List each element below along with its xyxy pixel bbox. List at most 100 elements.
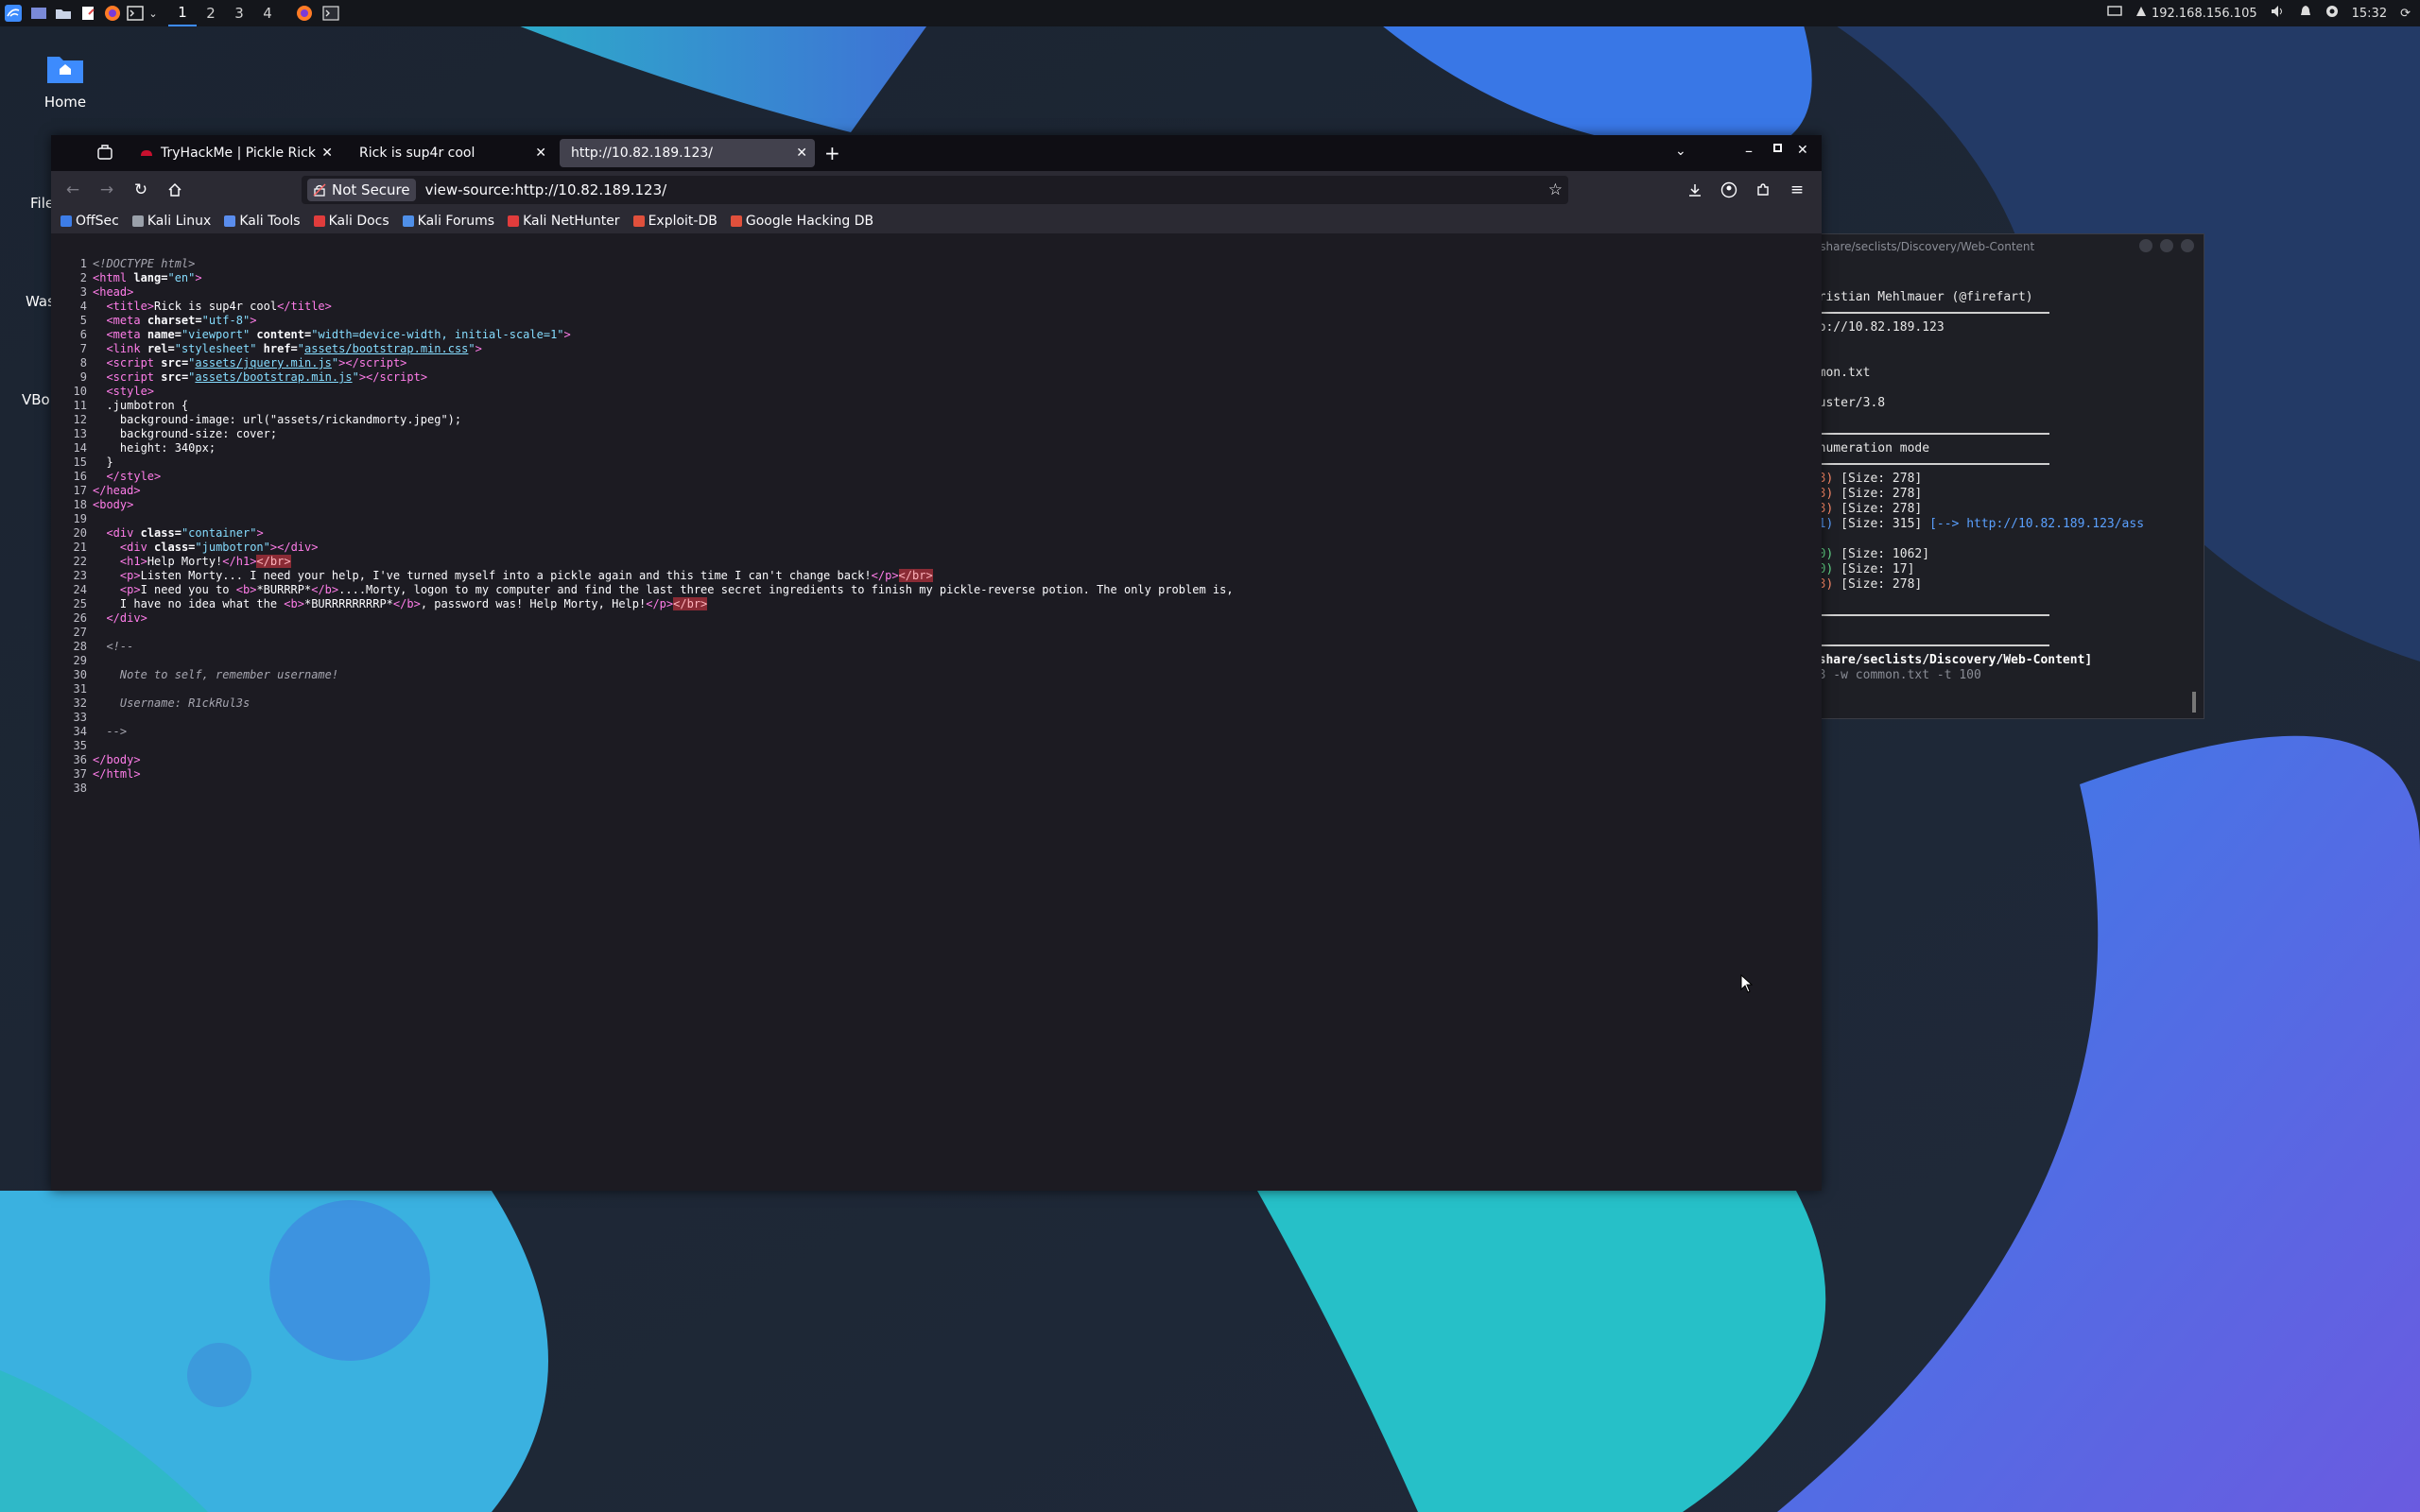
- network-status[interactable]: 192.168.156.105: [2135, 6, 2257, 21]
- bookmark-favicon-icon: [508, 215, 520, 227]
- download-icon: [1689, 184, 1701, 197]
- line-code: </style>: [106, 470, 162, 483]
- terminal-line: ommon.txt: [1804, 366, 1871, 380]
- address-bar[interactable]: Not Secure view-source:http://10.82.189.…: [302, 176, 1568, 204]
- text-editor-icon[interactable]: [76, 0, 100, 26]
- bookmark-exploit-db[interactable]: Exploit-DB: [632, 214, 717, 229]
- notification-bell-icon[interactable]: [2299, 5, 2312, 22]
- new-tab-button[interactable]: +: [824, 142, 840, 164]
- source-line: 12 background-image: url("assets/rickand…: [51, 413, 1822, 427]
- desktop-vbo-label[interactable]: VBo: [22, 391, 50, 408]
- source-line: 23 <p>Listen Morty... I need your help, …: [51, 569, 1822, 583]
- firefox-icon[interactable]: [100, 0, 125, 26]
- line-number: 14: [73, 441, 87, 455]
- chevron-down-icon[interactable]: ⌄: [146, 0, 161, 26]
- source-line: 28 <!--: [51, 640, 1822, 654]
- desktop-home-icon[interactable]: Home: [42, 52, 89, 111]
- back-button[interactable]: ←: [61, 179, 84, 201]
- workspace-3[interactable]: 3: [225, 0, 253, 26]
- terminal-line: 123 -w common.txt -t 100: [1804, 668, 1981, 682]
- line-number: 13: [73, 427, 87, 440]
- bookmark-favicon-icon: [131, 215, 144, 227]
- view-source-content[interactable]: 1 <!DOCTYPE html> 2 <html lang="en"> 3 <head>…: [51, 249, 1822, 1191]
- terminal-minimize-button[interactable]: [2139, 239, 2152, 252]
- source-line: 24 <p>I need you to <b>*BURRRP*</b>....M…: [51, 583, 1822, 597]
- line-code: <style>: [106, 385, 155, 398]
- tab-view-source[interactable]: http://10.82.189.123/ ✕: [560, 139, 815, 167]
- not-secure-badge[interactable]: Not Secure: [307, 179, 416, 201]
- close-window-button[interactable]: ✕: [1797, 143, 1808, 158]
- tab-tryhackme[interactable]: TryHackMe | Pickle Rick ✕: [130, 139, 340, 167]
- tab-close-icon[interactable]: ✕: [535, 146, 546, 161]
- reload-button[interactable]: ↻: [130, 179, 152, 201]
- bookmark-favicon-icon: [313, 215, 325, 227]
- terminal-titlebar[interactable]: sr/share/seclists/Discovery/Web-Content: [1802, 234, 2204, 259]
- bookmark-star-icon[interactable]: ☆: [1548, 180, 1563, 199]
- terminal-line: enumeration mode: [1804, 441, 1930, 455]
- list-all-tabs-icon[interactable]: ⌄: [1675, 144, 1686, 159]
- source-line: 32 Username: R1ckRul3s: [51, 696, 1822, 711]
- firefox-window-icon[interactable]: [291, 0, 318, 26]
- forward-button[interactable]: →: [95, 179, 118, 201]
- app-menu-button[interactable]: ≡: [1786, 179, 1808, 201]
- bookmark-kali-tools[interactable]: Kali Tools: [224, 214, 301, 229]
- clock[interactable]: 15:32: [2352, 7, 2387, 21]
- kali-menu-icon[interactable]: [0, 0, 26, 26]
- tab-close-icon[interactable]: ✕: [796, 146, 807, 161]
- line-code: background-image: url("assets/rickandmor…: [93, 413, 462, 426]
- refresh-icon[interactable]: ⟳: [2400, 7, 2411, 21]
- bookmark-kali-nethunter[interactable]: Kali NetHunter: [508, 214, 620, 229]
- source-line: 29: [51, 654, 1822, 668]
- workspace-1[interactable]: 1: [168, 0, 197, 26]
- workspace-4[interactable]: 4: [253, 0, 282, 26]
- ip-address: 192.168.156.105: [2151, 6, 2257, 21]
- line-number: 9: [79, 370, 87, 384]
- source-line: 37 </html>: [51, 767, 1822, 782]
- terminal-window-icon[interactable]: [318, 0, 344, 26]
- volume-icon[interactable]: [2271, 5, 2286, 22]
- folder-icon[interactable]: [51, 0, 76, 26]
- extensions-button[interactable]: [1752, 179, 1774, 201]
- terminal-close-button[interactable]: [2181, 239, 2194, 252]
- terminal-maximize-button[interactable]: [2160, 239, 2173, 252]
- account-button[interactable]: [1718, 179, 1740, 201]
- terminal-window[interactable]: sr/share/seclists/Discovery/Web-Content …: [1801, 233, 2204, 719]
- line-number: 4: [79, 300, 87, 313]
- source-line: 25 I have no idea what the <b>*BURRRRRRR…: [51, 597, 1822, 611]
- minimize-button[interactable]: –: [1745, 142, 1753, 160]
- bookmark-kali-linux[interactable]: Kali Linux: [131, 214, 211, 229]
- line-code: <head>: [93, 285, 134, 299]
- workspace-2[interactable]: 2: [197, 0, 225, 26]
- tab-rick-is-sup4r-cool[interactable]: Rick is sup4r cool ✕: [348, 139, 554, 167]
- line-number: 12: [73, 413, 87, 426]
- home-button[interactable]: [164, 179, 186, 201]
- tab-manager-icon[interactable]: [96, 144, 115, 163]
- source-line: 34 -->: [51, 725, 1822, 739]
- terminal-menu-help[interactable]: lp: [1802, 261, 2204, 276]
- maximize-button[interactable]: [1773, 144, 1782, 152]
- source-line: 6 <meta name="viewport" content="width=d…: [51, 328, 1822, 342]
- firefox-window: TryHackMe | Pickle Rick ✕ Rick is sup4r …: [51, 135, 1822, 1191]
- bookmark-kali-forums[interactable]: Kali Forums: [402, 214, 494, 229]
- bookmark-google-hacking-db[interactable]: Google Hacking DB: [730, 214, 873, 229]
- display-icon[interactable]: [2107, 6, 2122, 21]
- bookmark-kali-docs[interactable]: Kali Docs: [313, 214, 389, 229]
- bookmark-favicon-icon: [730, 215, 742, 227]
- line-code: </head>: [93, 484, 141, 497]
- line-number: 19: [73, 512, 87, 525]
- downloads-button[interactable]: [1684, 179, 1706, 201]
- url-text[interactable]: view-source:http://10.82.189.123/: [425, 181, 667, 198]
- tab-label: TryHackMe | Pickle Rick: [161, 146, 316, 161]
- terminal-icon[interactable]: [125, 0, 146, 26]
- bookmark-offsec[interactable]: OffSec: [60, 214, 119, 229]
- terminal-scrollbar[interactable]: [2192, 692, 2196, 713]
- line-number: 35: [73, 739, 87, 752]
- terminal-line: 403) [Size: 278]: [1804, 577, 1923, 592]
- desktop-icon[interactable]: [26, 0, 51, 26]
- power-icon[interactable]: [2325, 5, 2339, 22]
- account-icon: [1720, 181, 1737, 198]
- tab-close-icon[interactable]: ✕: [321, 146, 333, 161]
- line-number: 5: [79, 314, 87, 327]
- line-number: 17: [73, 484, 87, 497]
